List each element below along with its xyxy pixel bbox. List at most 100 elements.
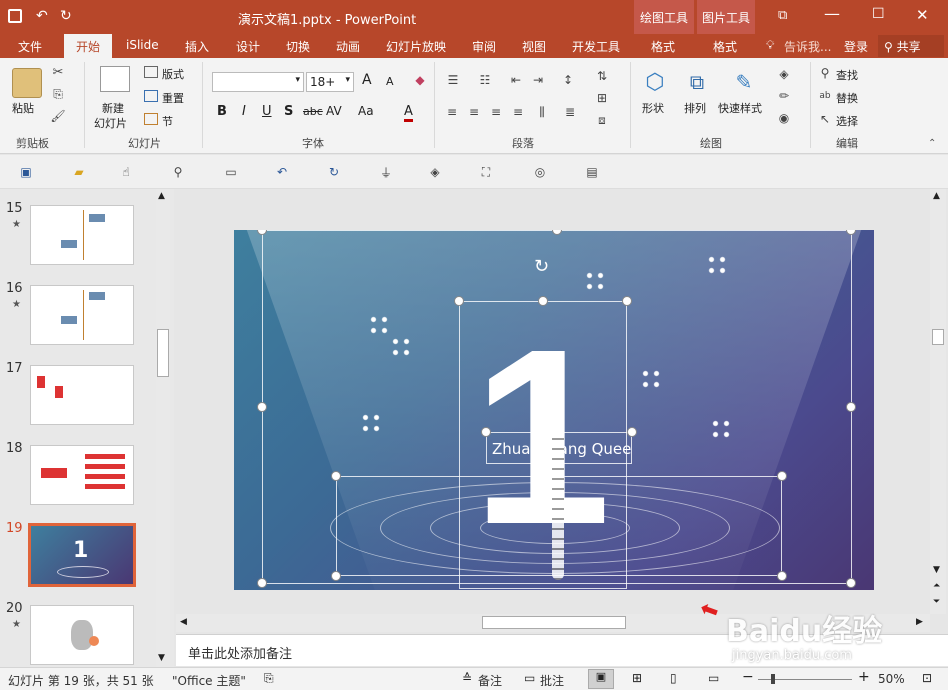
- text-direction-icon[interactable]: ⇅: [594, 68, 610, 84]
- resize-handle[interactable]: [538, 296, 548, 306]
- italic-button[interactable]: I: [242, 104, 246, 119]
- resize-handle[interactable]: [846, 402, 856, 412]
- clear-format-icon[interactable]: ◆: [412, 72, 428, 88]
- slide-thumbnail-17[interactable]: [30, 365, 134, 425]
- comments-button[interactable]: 批注: [540, 672, 564, 689]
- minimize-button[interactable]: —: [824, 4, 840, 23]
- tab-format-picture[interactable]: 格式: [713, 38, 737, 55]
- resize-handle[interactable]: [257, 578, 267, 588]
- rotate-handle-icon[interactable]: ↻: [548, 384, 563, 405]
- bold-button[interactable]: B: [217, 104, 227, 119]
- slide-thumbnail-15[interactable]: [30, 205, 134, 265]
- undo-icon[interactable]: ↶: [274, 164, 290, 180]
- select-button[interactable]: 选择: [836, 113, 858, 129]
- scroll-down-icon[interactable]: ▼: [933, 565, 940, 575]
- tab-review[interactable]: 审阅: [472, 38, 496, 55]
- shapes-button[interactable]: 形状: [642, 100, 664, 116]
- save-icon[interactable]: [8, 9, 22, 23]
- resize-handle[interactable]: [481, 427, 491, 437]
- tab-slideshow[interactable]: 幻灯片放映: [386, 38, 446, 55]
- slide-thumbnail-20[interactable]: [30, 605, 134, 665]
- grow-font-button[interactable]: A: [362, 72, 372, 88]
- resize-handle[interactable]: [777, 471, 787, 481]
- justify-icon[interactable]: ≡: [510, 104, 526, 120]
- cut-icon[interactable]: ✂: [50, 64, 66, 80]
- new-slide-icon[interactable]: [100, 66, 130, 92]
- scroll-thumb[interactable]: [932, 329, 944, 345]
- change-case-button[interactable]: Aa: [358, 104, 374, 118]
- shape-effects-icon[interactable]: ◉: [776, 110, 792, 126]
- align-text-icon[interactable]: ⊞: [594, 90, 610, 106]
- increase-indent-icon[interactable]: ⇥: [530, 72, 546, 88]
- tab-developer[interactable]: 开发工具: [572, 38, 620, 55]
- shape-fill-icon[interactable]: ◈: [776, 66, 792, 82]
- current-slide[interactable]: 1 Zhuan Wang Quee ↻ ↻: [234, 230, 874, 590]
- refresh-icon[interactable]: ↻: [326, 164, 342, 180]
- tell-me-input[interactable]: 告诉我...: [784, 38, 831, 55]
- find-button[interactable]: 查找: [836, 67, 858, 83]
- resize-handle[interactable]: [454, 296, 464, 306]
- underline-button[interactable]: U: [262, 104, 272, 119]
- zoom-slider[interactable]: [758, 674, 852, 684]
- quick-styles-button[interactable]: 快速样式: [718, 100, 762, 116]
- resize-handle[interactable]: [846, 578, 856, 588]
- next-slide-icon[interactable]: ⏷: [933, 597, 940, 607]
- section-button[interactable]: 节: [162, 113, 173, 129]
- resize-handle[interactable]: [331, 571, 341, 581]
- previous-slide-icon[interactable]: ⏶: [933, 581, 940, 591]
- scroll-up-icon[interactable]: ▲: [158, 191, 165, 201]
- resize-handle[interactable]: [257, 402, 267, 412]
- new-slide-label-2[interactable]: 幻灯片: [94, 115, 127, 131]
- comments-icon[interactable]: ▭: [524, 671, 535, 685]
- smartart-icon[interactable]: ⧈: [594, 112, 610, 128]
- tab-animations[interactable]: 动画: [336, 38, 360, 55]
- save-icon[interactable]: ▣: [18, 164, 34, 180]
- image-icon[interactable]: ▤: [584, 164, 600, 180]
- rotate-handle-icon[interactable]: ↻: [534, 256, 549, 277]
- slide-sorter-icon[interactable]: ⊞: [632, 671, 642, 685]
- line-spacing-icon[interactable]: ↕: [560, 72, 576, 88]
- align-left-icon[interactable]: ≡: [444, 104, 460, 120]
- shadow-button[interactable]: S: [284, 104, 293, 119]
- thumbnail-scrollbar[interactable]: ▲ ▼: [156, 189, 170, 667]
- collapse-ribbon-icon[interactable]: ⌃: [928, 138, 936, 149]
- tab-insert[interactable]: 插入: [185, 38, 209, 55]
- format-painter-icon[interactable]: 🖌︎: [50, 108, 66, 124]
- quick-styles-icon[interactable]: ✎: [730, 68, 758, 96]
- text-align-icon[interactable]: ≣: [562, 104, 578, 120]
- fit-slide-icon[interactable]: ⊡: [922, 671, 932, 685]
- scroll-thumb[interactable]: [482, 616, 626, 629]
- shape-tool-icon[interactable]: ◈: [426, 164, 444, 180]
- arrange-button[interactable]: 排列: [684, 100, 706, 116]
- zoom-icon[interactable]: ⚲: [170, 164, 186, 180]
- zoom-slider-thumb[interactable]: [771, 674, 775, 684]
- reset-button[interactable]: 重置: [162, 90, 184, 106]
- shrink-font-button[interactable]: A: [386, 75, 394, 88]
- numbering-icon[interactable]: ☷: [476, 72, 494, 88]
- slide-vertical-scrollbar[interactable]: ▲ ▼ ⏶ ⏷: [930, 189, 946, 614]
- notes-button[interactable]: 备注: [478, 672, 502, 689]
- arrange-icon[interactable]: ⧉: [684, 68, 710, 96]
- new-slide-label-1[interactable]: 新建: [102, 100, 124, 116]
- login-link[interactable]: 登录: [844, 38, 868, 55]
- resize-handle[interactable]: [777, 571, 787, 581]
- zoom-out-icon[interactable]: −: [742, 669, 754, 685]
- zoom-level[interactable]: 50%: [878, 672, 905, 686]
- slideshow-icon[interactable]: ▭: [708, 671, 719, 685]
- slide-thumbnail-19-selected[interactable]: 1: [28, 523, 136, 587]
- present-icon[interactable]: ▭: [222, 164, 240, 180]
- shape-outline-icon[interactable]: ✏: [776, 88, 792, 104]
- align-center-icon[interactable]: ≡: [466, 104, 482, 120]
- replace-button[interactable]: 替换: [836, 90, 858, 106]
- tab-home[interactable]: 开始: [64, 34, 112, 58]
- align-right-icon[interactable]: ≡: [488, 104, 504, 120]
- decrease-indent-icon[interactable]: ⇤: [508, 72, 524, 88]
- zoom-in-icon[interactable]: +: [858, 669, 870, 685]
- redo-icon[interactable]: ↻: [60, 8, 72, 24]
- font-color-button[interactable]: A: [404, 104, 413, 122]
- undo-icon[interactable]: ↶: [36, 8, 48, 24]
- paste-button[interactable]: 粘贴: [12, 100, 34, 116]
- normal-view-icon[interactable]: ▣: [588, 669, 614, 689]
- scroll-left-icon[interactable]: ◀: [180, 617, 187, 627]
- char-spacing-button[interactable]: AV: [326, 104, 342, 118]
